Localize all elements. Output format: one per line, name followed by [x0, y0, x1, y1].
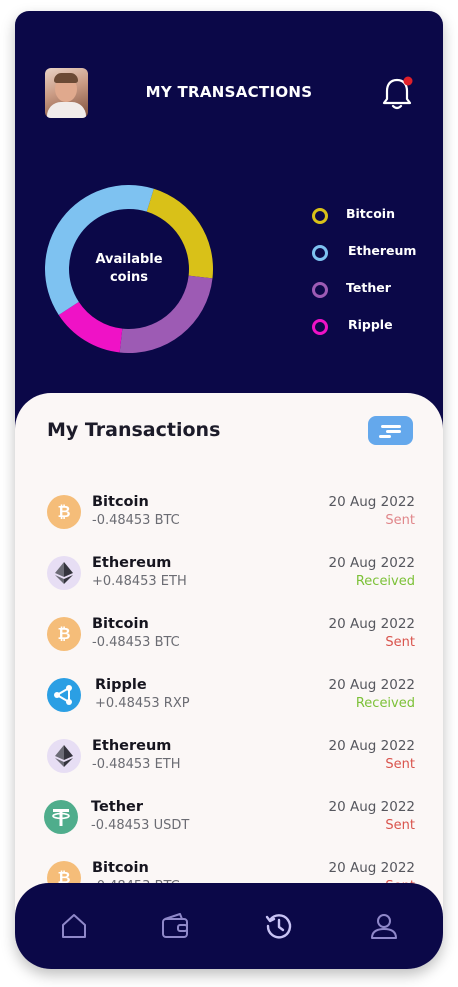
coin-name: Bitcoin — [92, 860, 149, 876]
bottom-navigation — [15, 883, 443, 969]
legend-label: Tether — [346, 280, 391, 295]
coin-amount: -0.48453 BTC — [92, 513, 180, 528]
ethereum-icon — [47, 556, 81, 590]
legend-item-ethereum: Ethereum — [312, 242, 432, 262]
transaction-status: Received — [355, 574, 415, 589]
donut-slice-ethereum — [45, 185, 154, 316]
transaction-status: Sent — [385, 513, 415, 528]
wallet-icon[interactable] — [160, 911, 190, 941]
coin-amount: +0.48453 ETH — [92, 574, 187, 589]
legend-item-bitcoin: Bitcoin — [312, 205, 432, 225]
coin-name: Ethereum — [92, 555, 172, 571]
ripple-icon — [47, 678, 81, 712]
avatar-hair — [54, 73, 78, 83]
coin-amount: -0.48453 USDT — [91, 818, 190, 833]
transaction-date: 20 Aug 2022 — [328, 738, 415, 754]
transaction-status: Sent — [385, 757, 415, 772]
bitcoin-icon: ₿ — [47, 495, 81, 529]
legend-ring-icon — [312, 282, 328, 298]
transaction-row[interactable]: Ethereum -0.48453 ETH 20 Aug 2022 Sent — [15, 735, 443, 785]
coin-name: Ethereum — [92, 738, 172, 754]
transaction-status: Sent — [385, 818, 415, 833]
filter-icon-bar — [386, 430, 401, 433]
page-title: MY TRANSACTIONS — [145, 83, 313, 101]
donut-slice-ripple — [58, 301, 123, 353]
transaction-date: 20 Aug 2022 — [328, 860, 415, 876]
transaction-date: 20 Aug 2022 — [328, 494, 415, 510]
transaction-row[interactable]: ₿ Bitcoin -0.48453 BTC 20 Aug 2022 Sent — [15, 491, 443, 541]
ethereum-icon — [47, 739, 81, 773]
legend-item-tether: Tether — [312, 279, 432, 299]
legend-label: Ethereum — [348, 243, 417, 258]
phone-screen: MY TRANSACTIONS Available coins Bitcoin … — [15, 11, 443, 969]
transactions-title: My Transactions — [47, 419, 221, 441]
donut-slice-tether — [119, 275, 213, 353]
transaction-date: 20 Aug 2022 — [328, 555, 415, 571]
history-icon[interactable] — [264, 911, 294, 941]
transaction-row[interactable]: Tether -0.48453 USDT 20 Aug 2022 Sent — [15, 796, 443, 846]
donut-center-label: Available coins — [75, 251, 183, 287]
transaction-status: Received — [355, 696, 415, 711]
legend-label: Ripple — [348, 317, 393, 332]
legend-ring-icon — [312, 245, 328, 261]
filter-icon — [381, 425, 401, 428]
home-icon[interactable] — [59, 911, 89, 941]
donut-label-line2: coins — [109, 270, 149, 285]
legend-ring-icon — [312, 208, 328, 224]
coin-name: Tether — [91, 799, 144, 815]
coin-name: Bitcoin — [92, 494, 149, 510]
filter-icon-bar — [379, 435, 391, 438]
transaction-status: Sent — [385, 635, 415, 650]
transaction-date: 20 Aug 2022 — [328, 677, 415, 693]
tether-icon — [44, 800, 78, 834]
bell-icon[interactable] — [379, 75, 415, 111]
transaction-date: 20 Aug 2022 — [328, 799, 415, 815]
bitcoin-icon: ₿ — [47, 617, 81, 651]
coin-amount: -0.48453 BTC — [92, 635, 180, 650]
avatar-shirt — [47, 102, 86, 118]
transaction-row[interactable]: Ethereum +0.48453 ETH 20 Aug 2022 Receiv… — [15, 552, 443, 602]
legend-label: Bitcoin — [346, 206, 395, 221]
coin-amount: +0.48453 RXP — [95, 696, 190, 711]
donut-label-line1: Available — [95, 252, 163, 267]
transaction-date: 20 Aug 2022 — [328, 616, 415, 632]
transaction-row[interactable]: Ripple +0.48453 RXP 20 Aug 2022 Received — [15, 674, 443, 724]
profile-icon[interactable] — [369, 911, 399, 941]
legend-item-ripple: Ripple — [312, 316, 432, 336]
coin-name: Ripple — [95, 677, 147, 693]
coin-name: Bitcoin — [92, 616, 149, 632]
filter-button[interactable] — [368, 416, 413, 445]
transaction-row[interactable]: ₿ Bitcoin -0.48453 BTC 20 Aug 2022 Sent — [15, 613, 443, 663]
coin-amount: -0.48453 ETH — [92, 757, 181, 772]
user-avatar[interactable] — [45, 68, 88, 118]
notification-badge — [403, 76, 413, 86]
legend-ring-icon — [312, 319, 328, 335]
